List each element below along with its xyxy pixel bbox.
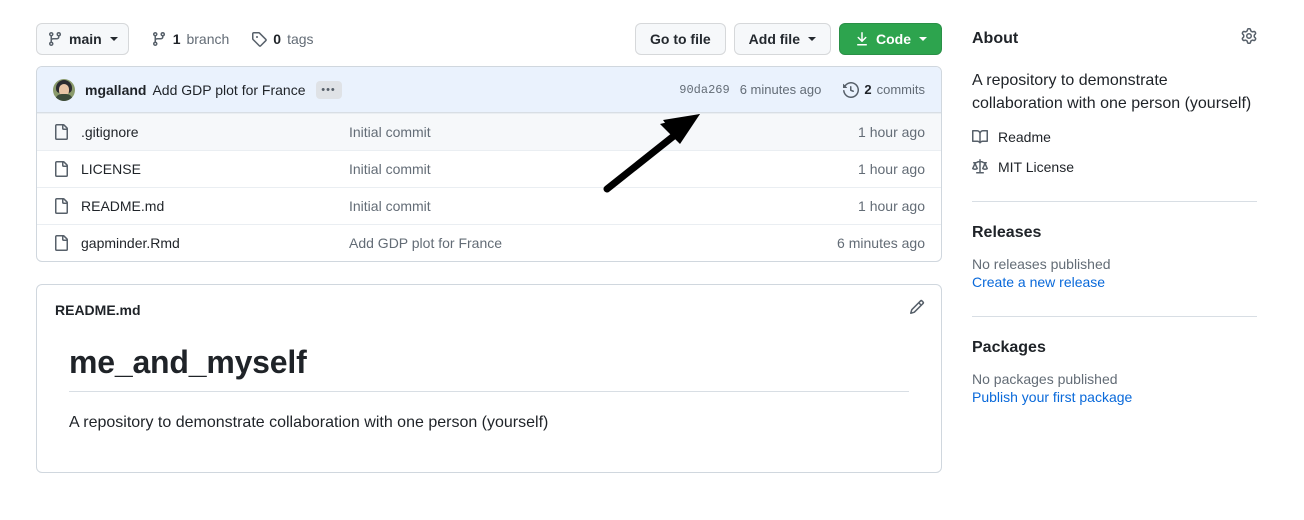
file-time: 1 hour ago bbox=[858, 161, 925, 177]
tag-icon bbox=[251, 31, 268, 47]
file-commit-message-link[interactable]: Initial commit bbox=[349, 198, 858, 214]
commits-count-value: 2 bbox=[864, 82, 872, 97]
toolbar-actions: Go to file Add file Code bbox=[634, 23, 942, 55]
code-button[interactable]: Code bbox=[839, 23, 942, 55]
readme-link[interactable]: Readme bbox=[972, 129, 1257, 145]
branch-selector-button[interactable]: main bbox=[36, 23, 129, 55]
branch-icon bbox=[47, 31, 63, 47]
law-scales-icon bbox=[972, 159, 988, 175]
code-button-label: Code bbox=[876, 31, 911, 47]
commit-meta: 90da269 6 minutes ago 2 commits bbox=[679, 81, 925, 98]
file-name-link[interactable]: README.md bbox=[81, 198, 349, 214]
book-icon bbox=[972, 129, 988, 145]
license-link[interactable]: MIT License bbox=[972, 159, 1257, 175]
readme-heading: me_and_myself bbox=[69, 344, 909, 392]
chevron-down-icon bbox=[808, 37, 816, 41]
pencil-icon[interactable] bbox=[909, 299, 925, 320]
file-name-link[interactable]: .gitignore bbox=[81, 124, 349, 140]
releases-empty-text: No releases published bbox=[972, 256, 1111, 273]
packages-section: Packages No packages published Publish y… bbox=[972, 339, 1257, 405]
commits-count-label: commits bbox=[876, 82, 925, 97]
branch-name-label: main bbox=[69, 31, 102, 47]
commit-sha-link[interactable]: 90da269 bbox=[679, 83, 729, 97]
about-header: About bbox=[972, 28, 1257, 49]
file-time: 6 minutes ago bbox=[837, 235, 925, 251]
branches-count: 1 bbox=[172, 31, 181, 47]
releases-section: Releases No releases published Create a … bbox=[972, 224, 1257, 290]
go-to-file-button[interactable]: Go to file bbox=[634, 23, 726, 55]
readme-filename: README.md bbox=[55, 301, 141, 318]
gear-icon[interactable] bbox=[1241, 28, 1257, 49]
publish-package-link[interactable]: Publish your first package bbox=[972, 389, 1257, 405]
file-time: 1 hour ago bbox=[858, 124, 925, 140]
file-icon bbox=[53, 235, 69, 251]
tags-label: tags bbox=[287, 31, 314, 47]
file-commit-message-link[interactable]: Initial commit bbox=[349, 124, 858, 140]
about-description: A repository to demonstrate collaboratio… bbox=[972, 72, 1252, 113]
table-row[interactable]: gapminder.Rmd Add GDP plot for France 6 … bbox=[37, 224, 941, 261]
commit-relative-time: 6 minutes ago bbox=[739, 82, 822, 97]
create-release-link[interactable]: Create a new release bbox=[972, 274, 1257, 290]
readme-box: README.md me_and_myself A repository to … bbox=[36, 284, 942, 473]
packages-title: Packages bbox=[972, 339, 1046, 357]
file-commit-message-link[interactable]: Initial commit bbox=[349, 161, 858, 177]
commit-expand-button[interactable]: ••• bbox=[315, 80, 342, 99]
add-file-button[interactable]: Add file bbox=[733, 23, 831, 55]
file-icon bbox=[53, 124, 69, 140]
repository-main-column: main 1 branch 0 tags Go to file Add file… bbox=[36, 0, 942, 473]
branch-icon bbox=[151, 31, 167, 47]
chevron-down-icon bbox=[919, 37, 927, 41]
file-name-link[interactable]: gapminder.Rmd bbox=[81, 235, 349, 251]
repository-page: main 1 branch 0 tags Go to file Add file… bbox=[0, 0, 1304, 520]
history-icon bbox=[843, 81, 860, 98]
packages-empty-text: No packages published bbox=[972, 371, 1118, 388]
tags-count: 0 bbox=[273, 31, 282, 47]
releases-title: Releases bbox=[972, 224, 1042, 242]
file-icon bbox=[53, 198, 69, 214]
sidebar-divider bbox=[972, 201, 1257, 203]
repo-toolbar: main 1 branch 0 tags Go to file Add file… bbox=[36, 0, 942, 62]
commit-message-link[interactable]: Add GDP plot for France bbox=[152, 82, 305, 98]
file-icon bbox=[53, 161, 69, 177]
file-name-link[interactable]: LICENSE bbox=[81, 161, 349, 177]
avatar-body bbox=[55, 93, 73, 101]
sidebar-divider bbox=[972, 316, 1257, 318]
branches-label: branch bbox=[186, 31, 230, 47]
readme-header: README.md bbox=[37, 285, 941, 320]
add-file-label: Add file bbox=[748, 31, 800, 47]
branches-count-link[interactable]: 1 branch bbox=[151, 31, 230, 47]
readme-link-label: Readme bbox=[998, 129, 1051, 146]
table-row[interactable]: .gitignore Initial commit 1 hour ago bbox=[37, 113, 941, 150]
file-listing-box: mgalland Add GDP plot for France ••• 90d… bbox=[36, 66, 942, 262]
avatar[interactable] bbox=[53, 78, 75, 101]
readme-content: me_and_myself A repository to demonstrat… bbox=[37, 320, 941, 472]
table-row[interactable]: README.md Initial commit 1 hour ago bbox=[37, 187, 941, 224]
commits-count-link[interactable]: 2 commits bbox=[843, 81, 925, 98]
latest-commit-bar: mgalland Add GDP plot for France ••• 90d… bbox=[37, 67, 941, 113]
file-commit-message-link[interactable]: Add GDP plot for France bbox=[349, 235, 837, 251]
commit-author-link[interactable]: mgalland bbox=[85, 82, 146, 98]
file-time: 1 hour ago bbox=[858, 198, 925, 214]
table-row[interactable]: LICENSE Initial commit 1 hour ago bbox=[37, 150, 941, 187]
readme-paragraph: A repository to demonstrate collaboratio… bbox=[69, 414, 549, 431]
chevron-down-icon bbox=[109, 37, 118, 41]
tags-count-link[interactable]: 0 tags bbox=[251, 31, 314, 47]
download-icon bbox=[854, 31, 870, 47]
license-link-label: MIT License bbox=[998, 159, 1074, 176]
about-title: About bbox=[972, 29, 1019, 47]
repository-sidebar: About A repository to demonstrate collab… bbox=[972, 28, 1257, 405]
